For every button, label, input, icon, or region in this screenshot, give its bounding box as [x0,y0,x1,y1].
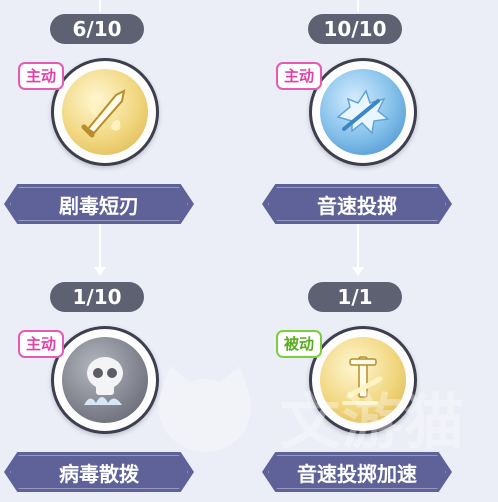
arrow-down-right [352,224,364,276]
skill-name-banner: 剧毒短刃 [4,184,194,224]
skill-icon-frame[interactable] [309,58,417,166]
skill-icon-frame[interactable] [51,58,159,166]
skill-name: 剧毒短刃 [59,193,139,218]
skill-level: 1/10 [50,282,144,312]
skill-name-banner: 病毒散拨 [4,452,194,492]
connector-line-right [357,0,359,12]
skill-level: 10/10 [308,14,402,44]
skill-name: 音速投掷加速 [297,461,417,486]
skill-type-tag: 主动 [18,62,65,90]
skill-name-banner: 音速投掷 [262,184,452,224]
skill-name-banner: 音速投掷加速 [262,452,452,492]
virus-spread-icon [62,337,148,423]
skill-icon-frame[interactable] [309,326,417,434]
skill-level: 6/10 [50,14,144,44]
sonic-throw-icon [320,69,406,155]
poison-dagger-icon [62,69,148,155]
skill-level: 1/1 [308,282,402,312]
connector-line-left [99,0,101,12]
arrow-down-left [94,224,106,276]
skill-name: 病毒散拨 [59,461,139,486]
skill-type-tag: 主动 [276,62,323,90]
skill-node-poison-dagger[interactable]: 6/10 主动 剧毒短刃 [4,14,204,234]
sonic-throw-boost-icon [320,337,406,423]
skill-node-virus-spread[interactable]: 1/10 主动 病毒散拨 [4,282,204,502]
skill-type-tag: 主动 [18,330,65,358]
skill-name: 音速投掷 [317,193,397,218]
skill-node-sonic-throw-boost[interactable]: 1/1 被动 音速投掷加速 [262,282,462,502]
skill-type-tag: 被动 [276,330,323,358]
skill-icon-frame[interactable] [51,326,159,434]
skill-node-sonic-throw[interactable]: 10/10 主动 音速投掷 [262,14,462,234]
